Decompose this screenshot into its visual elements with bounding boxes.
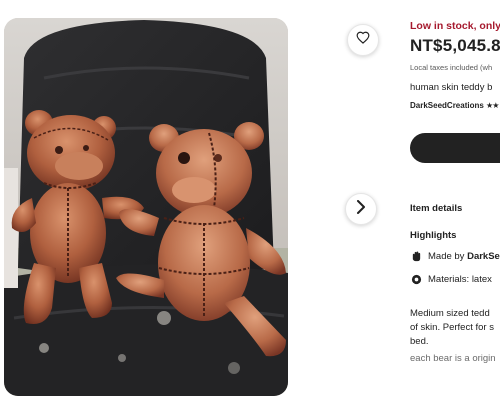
highlights-heading: Highlights bbox=[410, 230, 457, 241]
description-line: each bear is a origin bbox=[410, 353, 496, 364]
materials-icon bbox=[410, 273, 422, 285]
made-by-shop[interactable]: DarkSe bbox=[467, 251, 500, 262]
product-listing-page: Low in stock, only 4 NT$5,045.8 Local ta… bbox=[0, 0, 500, 400]
item-details-heading[interactable]: Item details bbox=[410, 203, 462, 214]
shop-link[interactable]: DarkSeedCreations ★★ bbox=[410, 101, 499, 110]
hand-icon bbox=[410, 250, 422, 262]
listing-title: human skin teddy b bbox=[410, 82, 493, 93]
listing-info: Low in stock, only 4 NT$5,045.8 Local ta… bbox=[410, 0, 500, 400]
heart-outline-icon bbox=[356, 31, 370, 49]
made-by-label: Made by bbox=[428, 250, 468, 262]
materials-text: Materials: latex bbox=[428, 273, 492, 285]
description-line: bed. bbox=[410, 336, 429, 347]
product-photo[interactable] bbox=[4, 18, 288, 396]
highlight-materials: Materials: latex bbox=[410, 273, 492, 285]
highlight-made-by: Made by DarkSe bbox=[410, 250, 500, 262]
teddy-bears-image bbox=[4, 18, 288, 396]
shop-rating: ★★ bbox=[486, 101, 499, 110]
chevron-right-icon bbox=[356, 199, 366, 219]
description-line: Medium sized tedd bbox=[410, 308, 490, 319]
description-line: of skin. Perfect for s bbox=[410, 322, 494, 333]
shop-name[interactable]: DarkSeedCreations bbox=[410, 101, 484, 110]
tax-note: Local taxes included (wh bbox=[410, 63, 493, 72]
next-image-button[interactable] bbox=[345, 193, 377, 225]
favorite-button[interactable] bbox=[347, 24, 379, 56]
add-to-cart-button[interactable] bbox=[410, 133, 500, 163]
price: NT$5,045.8 bbox=[410, 36, 500, 55]
stock-notice: Low in stock, only 4 bbox=[410, 20, 500, 32]
